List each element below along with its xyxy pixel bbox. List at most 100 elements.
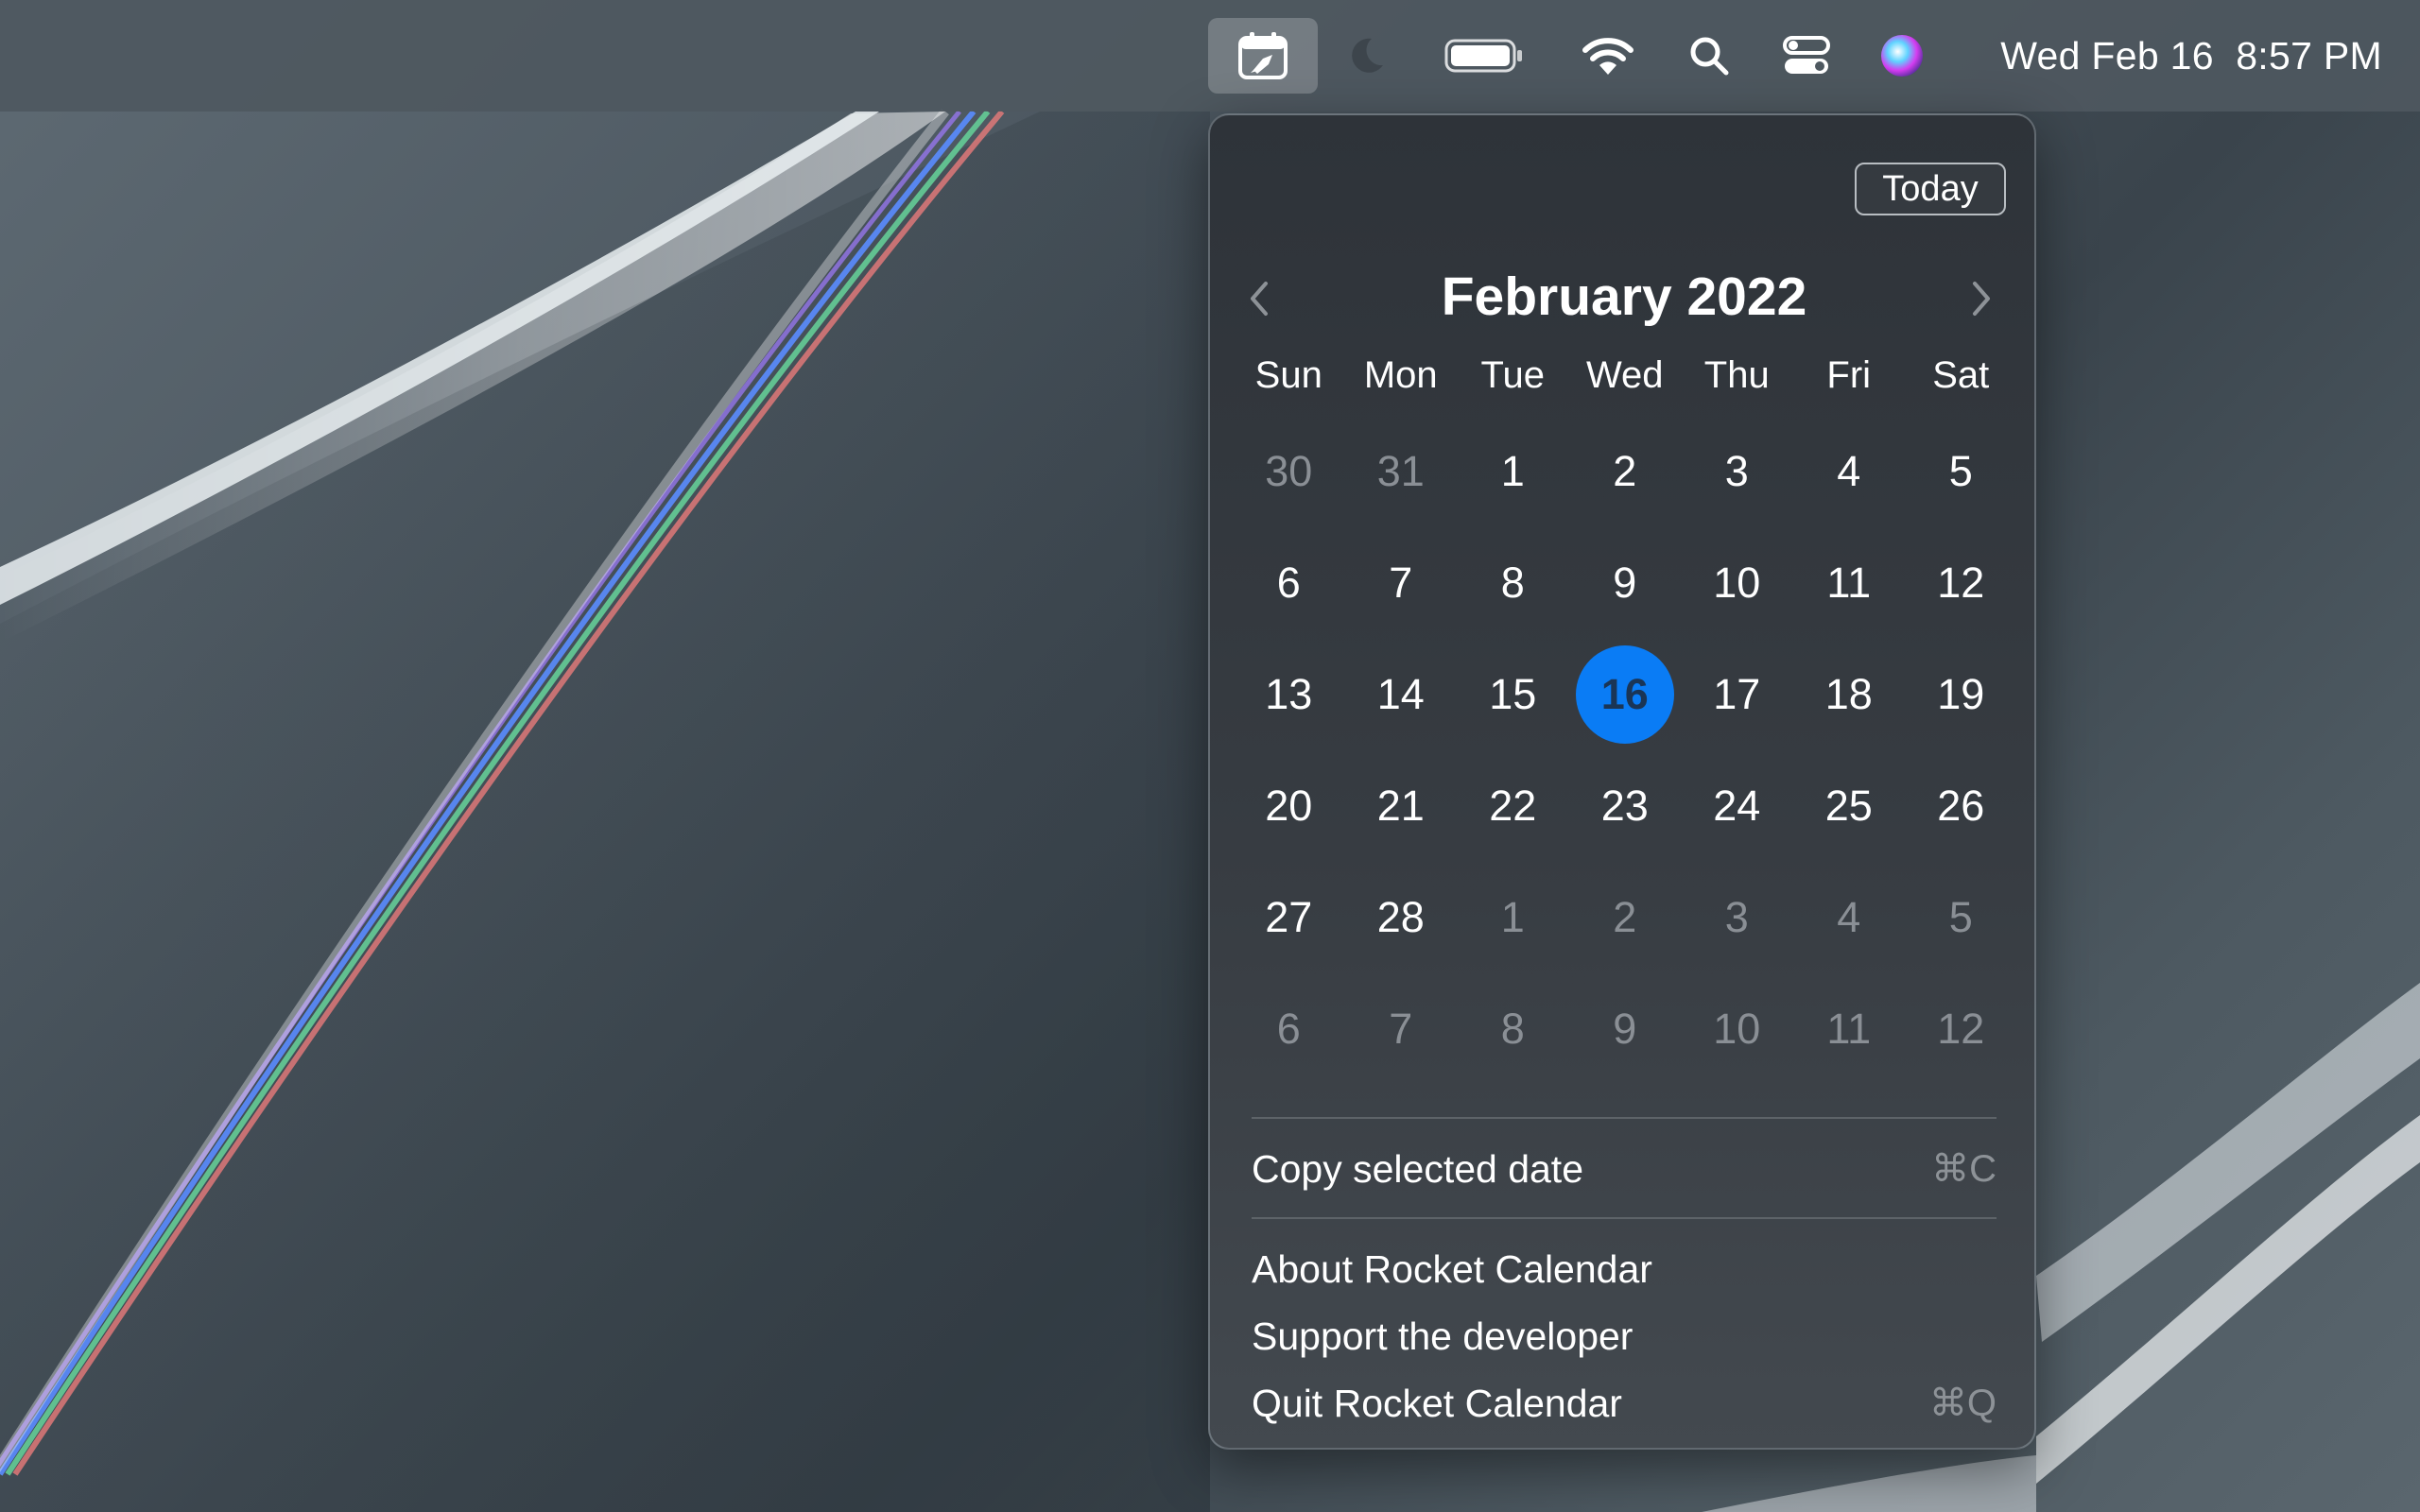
day-number: 28 (1376, 893, 1425, 941)
day-cell[interactable]: 10 (1681, 527, 1793, 639)
copy-selected-date-item[interactable]: Copy selected date ⌘C (1252, 1140, 1996, 1198)
support-label: Support the developer (1252, 1314, 1634, 1358)
calendar-week-row: 30 31 1 2 3 4 5 (1233, 416, 2017, 527)
day-cell[interactable]: 4 (1793, 416, 1906, 527)
day-cell[interactable]: 25 (1793, 750, 1906, 862)
day-cell[interactable]: 15 (1457, 639, 1569, 750)
day-cell[interactable]: 8 (1457, 973, 1569, 1085)
day-number: 14 (1376, 670, 1425, 718)
day-cell[interactable]: 31 (1345, 416, 1458, 527)
battery-icon[interactable] (1442, 0, 1527, 112)
day-number: 20 (1265, 782, 1313, 830)
day-number: 4 (1837, 893, 1861, 941)
weekday-header: Sun Mon Tue Wed Thu Fri Sat (1233, 349, 2017, 402)
selected-day-cell[interactable]: 16 (1569, 639, 1682, 750)
day-number: 1 (1500, 893, 1525, 941)
day-cell[interactable]: 17 (1681, 639, 1793, 750)
day-number: 15 (1489, 670, 1537, 718)
chevron-left-icon (1251, 282, 1268, 316)
day-cell[interactable]: 6 (1233, 527, 1345, 639)
day-cell[interactable]: 1 (1457, 862, 1569, 973)
day-cell[interactable]: 28 (1345, 862, 1458, 973)
day-number: 1 (1500, 447, 1525, 495)
menu-divider (1252, 1117, 1996, 1119)
day-number: 21 (1376, 782, 1425, 830)
menu-bar-clock[interactable]: Wed Feb 16 8:57 PM (1966, 0, 2382, 112)
day-number: 31 (1376, 447, 1425, 495)
quit-label: Quit Rocket Calendar (1252, 1381, 1622, 1425)
day-cell[interactable]: 14 (1345, 639, 1458, 750)
day-cell[interactable]: 12 (1905, 973, 2017, 1085)
day-number: 12 (1937, 1005, 1985, 1053)
day-cell[interactable]: 1 (1457, 416, 1569, 527)
day-cell[interactable]: 12 (1905, 527, 2017, 639)
day-cell[interactable]: 13 (1233, 639, 1345, 750)
day-cell[interactable]: 5 (1905, 862, 2017, 973)
siri-icon[interactable] (1874, 0, 1930, 112)
day-number: 18 (1824, 670, 1873, 718)
day-number: 7 (1389, 558, 1413, 607)
day-cell[interactable]: 11 (1793, 973, 1906, 1085)
calendar-week-row: 6 7 8 9 10 11 12 (1233, 527, 2017, 639)
day-number: 30 (1265, 447, 1313, 495)
copy-shortcut: ⌘C (1931, 1148, 1996, 1190)
day-number: 17 (1713, 670, 1761, 718)
day-number: 8 (1500, 1005, 1525, 1053)
day-cell[interactable]: 21 (1345, 750, 1458, 862)
weekday-label: Sun (1254, 354, 1322, 396)
control-center-icon[interactable] (1777, 0, 1836, 112)
next-month-button[interactable] (1955, 266, 2008, 331)
about-label: About Rocket Calendar (1252, 1246, 1652, 1291)
day-number: 23 (1600, 782, 1649, 830)
day-cell[interactable]: 5 (1905, 416, 2017, 527)
day-number: 24 (1713, 782, 1761, 830)
day-cell[interactable]: 30 (1233, 416, 1345, 527)
day-cell[interactable]: 20 (1233, 750, 1345, 862)
day-cell[interactable]: 23 (1569, 750, 1682, 862)
today-button[interactable]: Today (1855, 163, 2006, 215)
day-cell[interactable]: 2 (1569, 862, 1682, 973)
calendar-week-row: 27 28 1 2 3 4 5 (1233, 862, 2017, 973)
day-number: 10 (1713, 1005, 1761, 1053)
day-cell[interactable]: 7 (1345, 527, 1458, 639)
day-number: 3 (1724, 447, 1749, 495)
day-cell[interactable]: 6 (1233, 973, 1345, 1085)
day-number: 2 (1613, 447, 1637, 495)
day-cell[interactable]: 27 (1233, 862, 1345, 973)
day-cell[interactable]: 3 (1681, 862, 1793, 973)
day-cell[interactable]: 2 (1569, 416, 1682, 527)
day-cell[interactable]: 3 (1681, 416, 1793, 527)
day-number: 27 (1265, 893, 1313, 941)
day-cell[interactable]: 18 (1793, 639, 1906, 750)
search-icon[interactable] (1683, 0, 1736, 112)
rocket-calendar-icon[interactable] (1208, 18, 1318, 94)
day-cell[interactable]: 4 (1793, 862, 1906, 973)
day-number: 5 (1948, 447, 1973, 495)
wifi-icon[interactable] (1574, 0, 1642, 112)
day-number: 6 (1276, 558, 1301, 607)
day-number: 3 (1724, 893, 1749, 941)
day-cell[interactable]: 11 (1793, 527, 1906, 639)
day-cell[interactable]: 24 (1681, 750, 1793, 862)
day-cell[interactable]: 9 (1569, 527, 1682, 639)
day-cell[interactable]: 8 (1457, 527, 1569, 639)
day-number: 2 (1613, 893, 1637, 941)
weekday-label: Sat (1932, 354, 1990, 396)
day-number: 25 (1824, 782, 1873, 830)
day-cell[interactable]: 7 (1345, 973, 1458, 1085)
day-cell[interactable]: 19 (1905, 639, 2017, 750)
day-cell[interactable]: 22 (1457, 750, 1569, 862)
previous-month-button[interactable] (1233, 266, 1286, 331)
day-cell[interactable]: 26 (1905, 750, 2017, 862)
day-cell[interactable]: 9 (1569, 973, 1682, 1085)
quit-item[interactable]: Quit Rocket Calendar ⌘Q (1252, 1374, 1996, 1433)
day-number: 19 (1937, 670, 1985, 718)
day-number: 9 (1613, 558, 1637, 607)
support-developer-item[interactable]: Support the developer (1252, 1307, 1996, 1366)
day-number: 26 (1937, 782, 1985, 830)
day-number: 12 (1937, 558, 1985, 607)
day-number: 4 (1837, 447, 1861, 495)
day-cell[interactable]: 10 (1681, 973, 1793, 1085)
about-item[interactable]: About Rocket Calendar (1252, 1240, 1996, 1298)
moon-icon[interactable] (1333, 0, 1399, 112)
